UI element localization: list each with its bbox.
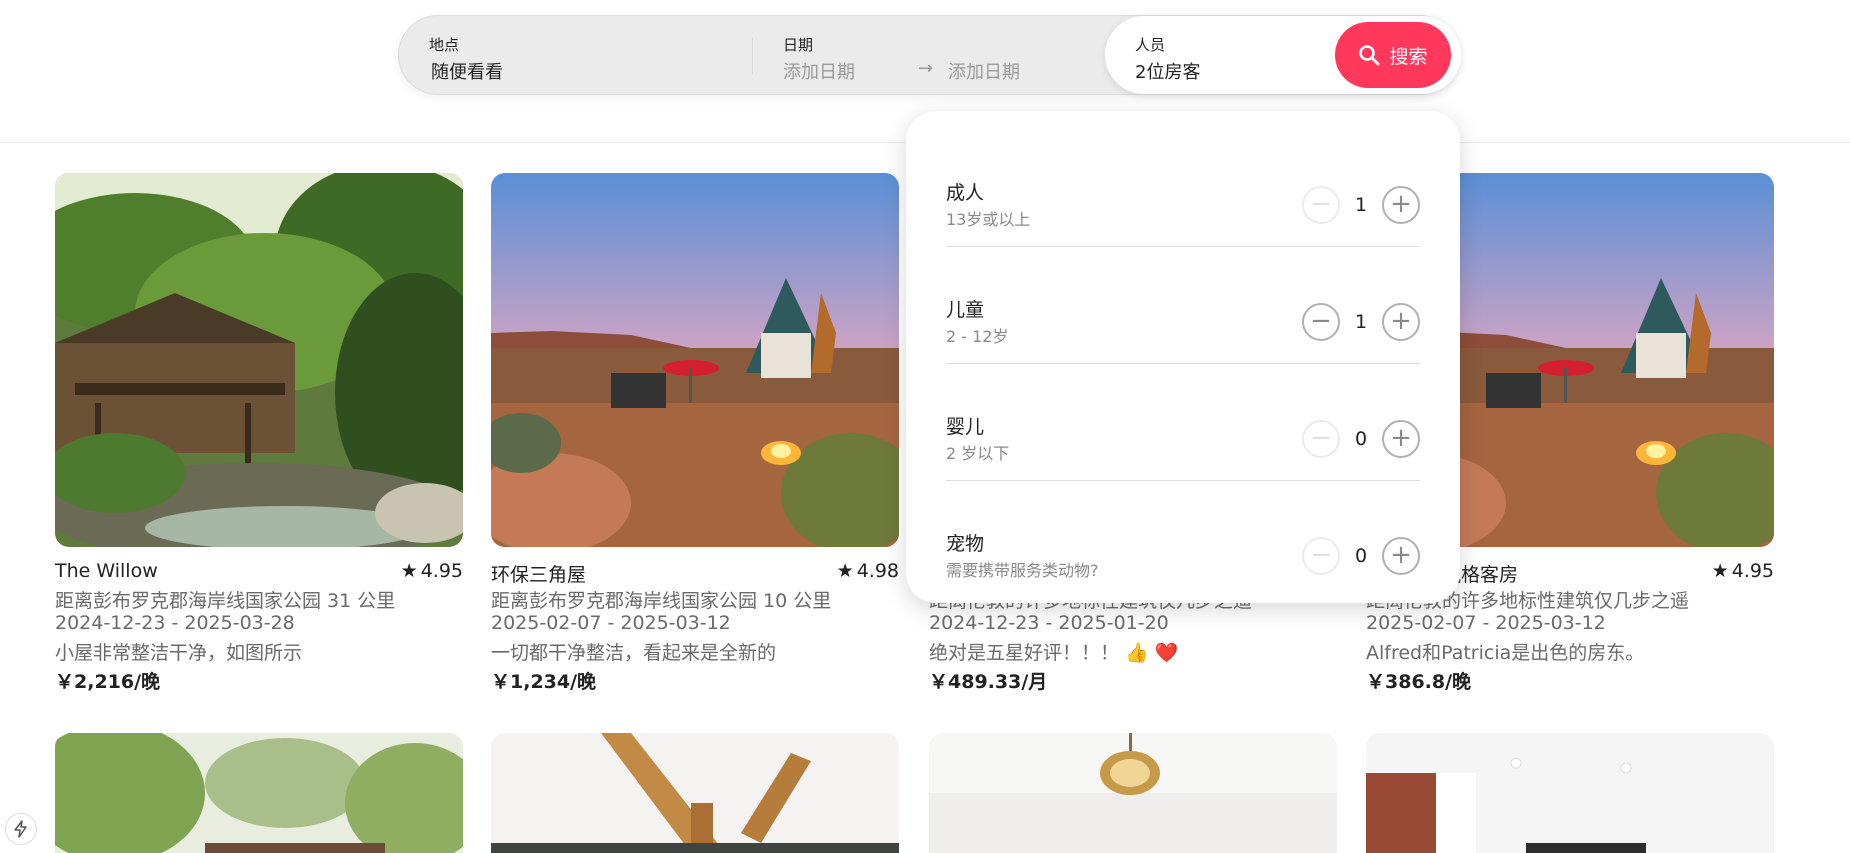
decrement-button[interactable]: − — [1302, 186, 1340, 224]
listing-price: ￥386.8/晚 — [1366, 671, 1472, 693]
bolt-glyph — [14, 820, 27, 838]
listing-card[interactable]: 环保三角屋 ★ 4.98 距离彭布罗克郡海岸线国家公园 10 公里 2025-0… — [491, 173, 899, 693]
pets-stepper: − 0 + — [1302, 537, 1420, 575]
decrement-button[interactable]: − — [1302, 303, 1340, 341]
star-icon: ★ — [1711, 560, 1729, 582]
listing-photo[interactable] — [55, 173, 463, 547]
guest-count: 0 — [1354, 428, 1368, 450]
listing-review: Alfred和Patricia是出色的房东。 — [1366, 642, 1645, 664]
search-button[interactable]: 搜索 — [1335, 22, 1451, 88]
guests-dropdown: 成人 13岁或以上 − 1 + 儿童 2 - 12岁 − 1 + 婴儿 2 岁以… — [906, 111, 1460, 603]
decrement-button[interactable]: − — [1302, 420, 1340, 458]
guest-type-title: 儿童 — [946, 299, 985, 321]
checkout-field[interactable]: 添加日期 — [948, 58, 1020, 84]
listing-photo[interactable] — [55, 733, 463, 853]
increment-button[interactable]: + — [1382, 303, 1420, 341]
listing-dates: 2024-12-23 - 2025-03-28 — [55, 612, 295, 634]
decrement-button[interactable]: − — [1302, 537, 1340, 575]
listing-price: ￥2,216/晚 — [55, 671, 161, 693]
checkin-field[interactable]: 添加日期 — [783, 58, 855, 84]
listing-price: ￥1,234/晚 — [491, 671, 597, 693]
listing-photo[interactable] — [491, 733, 899, 853]
listing-rating: ★ 4.95 — [1712, 560, 1774, 582]
listing-card[interactable] — [491, 733, 899, 853]
listing-distance: 距离彭布罗克郡海岸线国家公园 10 公里 — [491, 590, 832, 612]
listing-photo[interactable] — [1366, 733, 1774, 853]
guest-type-title: 婴儿 — [946, 416, 985, 438]
date-segment[interactable]: 日期 添加日期 → 添加日期 — [753, 16, 1103, 94]
guests-value[interactable]: 2位房客 — [1135, 58, 1200, 84]
date-label: 日期 — [783, 36, 814, 54]
brick-wall-room-image — [1366, 733, 1774, 853]
listing-card[interactable] — [55, 733, 463, 853]
star-icon: ★ — [836, 560, 854, 582]
forest-cabin-image — [55, 173, 463, 547]
lightning-icon[interactable] — [5, 813, 37, 845]
search-bar: 地点 随便看看 日期 添加日期 → 添加日期 人员 2位房客 搜索 — [398, 15, 1461, 95]
listing-title: The Willow — [55, 560, 158, 582]
guest-count: 1 — [1354, 311, 1368, 333]
location-label: 地点 — [429, 36, 460, 54]
guest-type-subtitle: 2 - 12岁 — [946, 327, 1009, 346]
rating-value: 4.95 — [420, 560, 463, 582]
guest-row-infants: 婴儿 2 岁以下 − 0 + — [946, 364, 1420, 481]
guests-label: 人员 — [1135, 36, 1166, 54]
guest-type-title: 成人 — [946, 182, 985, 204]
search-button-label: 搜索 — [1389, 45, 1428, 68]
adults-stepper: − 1 + — [1302, 186, 1420, 224]
location-value[interactable]: 随便看看 — [431, 58, 503, 84]
listing-card[interactable] — [1366, 733, 1774, 853]
location-segment[interactable]: 地点 随便看看 — [399, 16, 751, 94]
increment-button[interactable]: + — [1382, 186, 1420, 224]
guest-count: 1 — [1354, 194, 1368, 216]
guest-count: 0 — [1354, 545, 1368, 567]
arrow-right-icon: → — [918, 58, 934, 79]
rating-value: 4.95 — [1731, 560, 1774, 582]
listing-rating: ★ 4.95 — [401, 560, 463, 582]
white-room-chandelier-image — [929, 733, 1337, 853]
guest-type-title: 宠物 — [946, 533, 985, 555]
guest-row-children: 儿童 2 - 12岁 − 1 + — [946, 247, 1420, 364]
search-icon — [1359, 45, 1380, 66]
listing-photo[interactable] — [929, 733, 1337, 853]
guests-segment[interactable]: 人员 2位房客 搜索 — [1105, 16, 1461, 94]
guest-type-subtitle: 2 岁以下 — [946, 444, 1010, 463]
wood-beam-interior-image — [491, 733, 899, 853]
listing-dates: 2024-12-23 - 2025-01-20 — [929, 612, 1169, 634]
listing-photo[interactable] — [491, 173, 899, 547]
desert-aframe-image — [491, 173, 899, 547]
increment-button[interactable]: + — [1382, 420, 1420, 458]
listing-review: 小屋非常整洁干净，如图所示 — [55, 642, 303, 664]
rating-value: 4.98 — [856, 560, 899, 582]
listing-price: ￥489.33/月 — [929, 671, 1048, 693]
guest-row-adults: 成人 13岁或以上 − 1 + — [946, 130, 1420, 247]
guest-type-subtitle[interactable]: 需要携带服务类动物? — [946, 557, 1099, 581]
listing-dates: 2025-02-07 - 2025-03-12 — [1366, 612, 1606, 634]
infants-stepper: − 0 + — [1302, 420, 1420, 458]
guest-type-subtitle: 13岁或以上 — [946, 210, 1031, 229]
children-stepper: − 1 + — [1302, 303, 1420, 341]
listing-review: 一切都干净整洁，看起来是全新的 — [491, 642, 777, 664]
garden-house-image — [55, 733, 463, 853]
guest-row-pets: 宠物 需要携带服务类动物? − 0 + — [946, 481, 1420, 598]
listing-card[interactable] — [929, 733, 1337, 853]
increment-button[interactable]: + — [1382, 537, 1420, 575]
listing-review: 绝对是五星好评！！！ 👍 ❤️ — [929, 642, 1179, 664]
listing-rating: ★ 4.98 — [837, 560, 899, 582]
listing-dates: 2025-02-07 - 2025-03-12 — [491, 612, 731, 634]
listing-distance: 距离彭布罗克郡海岸线国家公园 31 公里 — [55, 590, 396, 612]
listing-title: 环保三角屋 — [491, 564, 587, 586]
listing-card[interactable]: The Willow ★ 4.95 距离彭布罗克郡海岸线国家公园 31 公里 2… — [55, 173, 463, 693]
star-icon: ★ — [400, 560, 418, 582]
